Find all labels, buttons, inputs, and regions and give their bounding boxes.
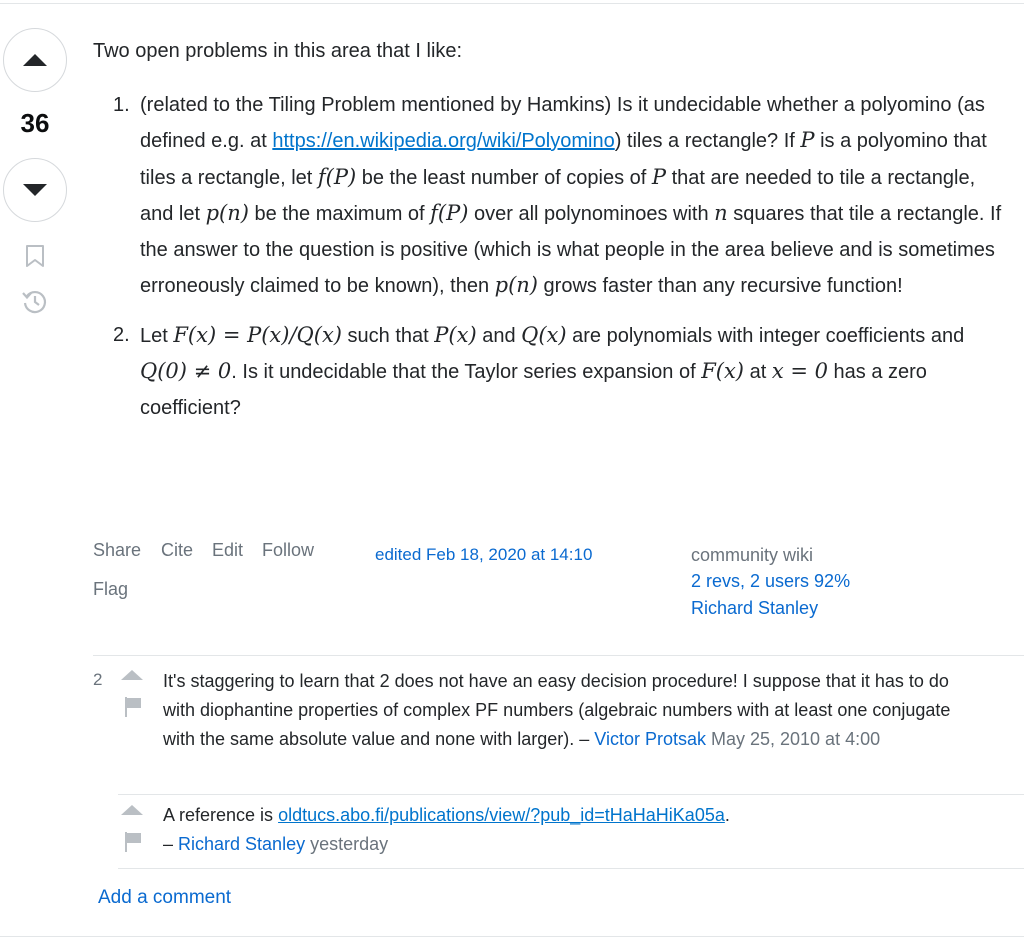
comment-flag-icon[interactable] <box>124 697 142 717</box>
math: f(P) <box>317 164 357 189</box>
math: p(n) <box>205 201 249 225</box>
comment-1: It's staggering to learn that 2 does not… <box>163 667 963 754</box>
bottom-divider <box>0 936 1024 937</box>
math: n <box>714 201 728 225</box>
comment-upvote-icon[interactable] <box>121 669 143 681</box>
follow-link[interactable]: Follow <box>262 540 314 561</box>
problem-list: 1. (related to the Tiling Problem mentio… <box>93 88 1003 427</box>
answer-intro: Two open problems in this area that I li… <box>93 40 463 62</box>
revisions-link[interactable]: 2 revs, 2 users 92% <box>691 571 850 592</box>
list-number: 2. <box>113 323 130 346</box>
arrow-down-icon <box>23 184 47 196</box>
upvote-button[interactable] <box>3 28 67 92</box>
comment-user-link[interactable]: Richard Stanley <box>178 834 305 854</box>
math: Q(x) <box>521 322 567 347</box>
math: x = 0 <box>771 359 828 383</box>
downvote-button[interactable] <box>3 158 67 222</box>
cite-link[interactable]: Cite <box>161 540 193 561</box>
math: F(x) <box>701 359 745 383</box>
comment-flag-icon[interactable] <box>124 832 142 852</box>
comment-divider-bottom <box>118 868 1024 869</box>
history-icon[interactable] <box>21 288 49 316</box>
reference-link[interactable]: oldtucs.abo.fi/publications/view/?pub_id… <box>278 805 725 825</box>
math: P <box>651 164 667 189</box>
comment-user-link[interactable]: Victor Protsak <box>594 729 706 749</box>
list-number: 1. <box>113 93 130 116</box>
math: Q(0) ≠ 0 <box>140 359 232 383</box>
math: P(x) <box>434 322 477 347</box>
share-link[interactable]: Share <box>93 540 141 561</box>
vote-count: 36 <box>20 108 50 138</box>
add-comment-link[interactable]: Add a comment <box>98 887 231 909</box>
answer-body: Two open problems in this area that I li… <box>93 34 1003 439</box>
comment-score: 2 <box>93 670 103 689</box>
comment-divider <box>118 794 1024 795</box>
top-divider <box>0 3 1024 4</box>
bookmark-icon[interactable] <box>24 244 46 268</box>
math: p(n) <box>494 273 538 297</box>
community-wiki-label: community wiki <box>691 545 814 565</box>
math: P <box>800 128 815 152</box>
comments-divider <box>93 655 1024 656</box>
polyomino-link[interactable]: https://en.wikipedia.org/wiki/Polyomino <box>272 130 614 152</box>
math: f(P) <box>430 201 469 225</box>
edit-link[interactable]: Edit <box>212 540 243 561</box>
comment-upvote-icon[interactable] <box>121 804 143 816</box>
edited-timestamp[interactable]: edited Feb 18, 2020 at 14:10 <box>375 545 592 565</box>
wiki-user-link[interactable]: Richard Stanley <box>691 598 818 619</box>
math: F(x) = P(x)/Q(x) <box>173 322 342 347</box>
arrow-up-icon <box>23 54 47 66</box>
comment-date[interactable]: yesterday <box>305 834 388 854</box>
comment-text: A reference is <box>163 805 279 825</box>
flag-link[interactable]: Flag <box>93 579 128 600</box>
comment-2: A reference is oldtucs.abo.fi/publicatio… <box>163 805 730 854</box>
comment-date[interactable]: May 25, 2010 at 4:00 <box>706 729 880 749</box>
problem-item-1: 1. (related to the Tiling Problem mentio… <box>93 88 1003 305</box>
problem-item-2: 2. Let F(x) = P(x)/Q(x) such that P(x) a… <box>93 318 1003 427</box>
